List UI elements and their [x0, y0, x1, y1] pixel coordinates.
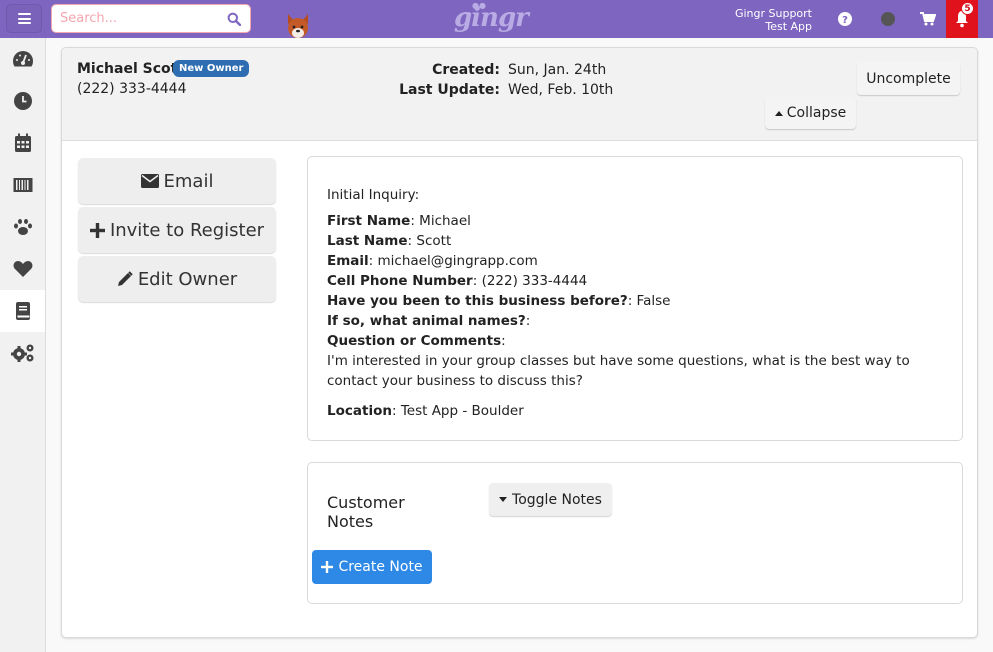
sidebar-item-settings[interactable] — [0, 332, 45, 374]
dashboard-icon — [12, 51, 33, 67]
collapse-label: Collapse — [786, 105, 847, 121]
field-value: (222) 333-4444 — [477, 273, 588, 289]
sidebar-item-barcode[interactable] — [0, 164, 45, 206]
field-label: Cell Phone Number — [327, 273, 473, 289]
sidebar-item-book[interactable] — [0, 290, 45, 332]
gingr-logo[interactable]: gingr — [454, 3, 529, 33]
owner-phone: (222) 333-4444 — [77, 81, 187, 97]
field-label: If so, what animal names? — [327, 313, 526, 329]
field-label: Last Name — [327, 233, 408, 249]
calendar-icon — [14, 133, 31, 152]
user-info[interactable]: Gingr Support Test App — [735, 7, 812, 33]
field-value: False — [632, 293, 671, 309]
created-value: Sun, Jan. 24th — [508, 62, 607, 78]
search-box — [51, 4, 251, 33]
toggle-notes-label: Toggle Notes — [512, 491, 602, 508]
owner-detail-card: Michael Scott New Owner (222) 333-4444 C… — [61, 47, 978, 638]
plus-icon — [89, 222, 105, 238]
inquiry-field: Have you been to this business before?: … — [327, 293, 671, 309]
notification-count-badge: 5 — [961, 2, 974, 15]
hamburger-icon — [17, 13, 31, 24]
notes-title: Customer Notes — [327, 493, 405, 531]
field-label: First Name — [327, 213, 411, 229]
inquiry-title: Initial Inquiry: — [327, 187, 420, 203]
search-icon[interactable] — [227, 12, 241, 26]
gears-icon — [10, 344, 33, 362]
initial-inquiry-card: Initial Inquiry: First Name: Michael Las… — [307, 156, 963, 441]
inquiry-field: Question or Comments: — [327, 333, 506, 349]
inquiry-field: First Name: Michael — [327, 213, 471, 229]
edit-owner-button[interactable]: Edit Owner — [78, 256, 276, 302]
sidebar-item-favorites[interactable] — [0, 248, 45, 290]
paw-icon — [13, 219, 32, 235]
svg-text:?: ? — [842, 15, 848, 26]
cart-icon[interactable] — [919, 10, 937, 28]
inquiry-content: Initial Inquiry: First Name: Michael Las… — [327, 185, 947, 421]
top-nav-bar: ●● gingr Gingr Support Test App ? 5 — [0, 0, 993, 38]
inquiry-field: Email: michael@gingrapp.com — [327, 253, 538, 269]
date-values: Sun, Jan. 24th Wed, Feb. 10th — [508, 60, 613, 100]
user-app: Test App — [765, 20, 812, 33]
inquiry-comment: I'm interested in your group classes but… — [327, 353, 910, 389]
field-value: Scott — [412, 233, 452, 249]
new-owner-badge: New Owner — [173, 60, 250, 77]
search-input[interactable] — [52, 5, 217, 32]
inquiry-field: If so, what animal names?: — [327, 313, 531, 329]
sidebar-item-pets[interactable] — [0, 206, 45, 248]
field-label: Question or Comments — [327, 333, 502, 349]
edit-owner-label: Edit Owner — [137, 268, 238, 290]
plus-icon — [321, 561, 334, 573]
customer-notes-card: Customer Notes Toggle Notes Create Note — [307, 462, 963, 604]
owner-header: Michael Scott New Owner (222) 333-4444 C… — [62, 48, 977, 141]
location-label: Location — [327, 403, 392, 419]
inquiry-field: Last Name: Scott — [327, 233, 452, 249]
caret-up-icon — [774, 110, 783, 116]
location-value: Test App - Boulder — [396, 403, 524, 419]
email-button[interactable]: Email — [78, 158, 276, 204]
toggle-notes-button[interactable]: Toggle Notes — [489, 483, 612, 516]
inquiry-location: Location: Test App - Boulder — [327, 403, 524, 419]
date-labels: Created: Last Update: — [399, 60, 500, 100]
envelope-icon — [140, 174, 159, 188]
uncomplete-button[interactable]: Uncomplete — [857, 62, 960, 95]
heart-icon — [13, 261, 32, 277]
owner-name: Michael Scott — [77, 61, 184, 77]
created-label: Created: — [432, 62, 500, 78]
field-label: Have you been to this business before? — [327, 293, 628, 309]
email-label: Email — [163, 170, 214, 192]
sidebar — [0, 38, 46, 652]
invite-label: Invite to Register — [109, 219, 265, 241]
pencil-icon — [117, 271, 133, 286]
invite-to-register-button[interactable]: Invite to Register — [78, 207, 276, 253]
field-label: Email — [327, 253, 369, 269]
sidebar-item-clock[interactable] — [0, 80, 45, 122]
user-name: Gingr Support — [734, 7, 812, 20]
last-update-label: Last Update: — [399, 82, 500, 98]
status-indicator-icon[interactable] — [879, 10, 897, 28]
caret-down-icon — [499, 497, 508, 502]
book-icon — [15, 302, 30, 320]
notifications-button[interactable]: 5 — [946, 0, 978, 38]
sidebar-item-calendar[interactable] — [0, 122, 45, 164]
barcode-icon — [13, 178, 32, 192]
create-note-label: Create Note — [338, 559, 423, 575]
sidebar-item-dashboard[interactable] — [0, 38, 45, 80]
last-update-value: Wed, Feb. 10th — [508, 82, 614, 98]
collapse-button[interactable]: Collapse — [765, 97, 856, 129]
menu-button[interactable] — [6, 4, 42, 33]
inquiry-field: Cell Phone Number: (222) 333-4444 — [327, 273, 588, 289]
field-value: michael@gingrapp.com — [373, 253, 538, 269]
create-note-button[interactable]: Create Note — [312, 550, 432, 584]
clock-icon — [13, 92, 32, 110]
dog-mascot-icon — [288, 14, 308, 38]
help-icon[interactable]: ? — [836, 10, 854, 28]
field-value: Michael — [414, 213, 471, 229]
